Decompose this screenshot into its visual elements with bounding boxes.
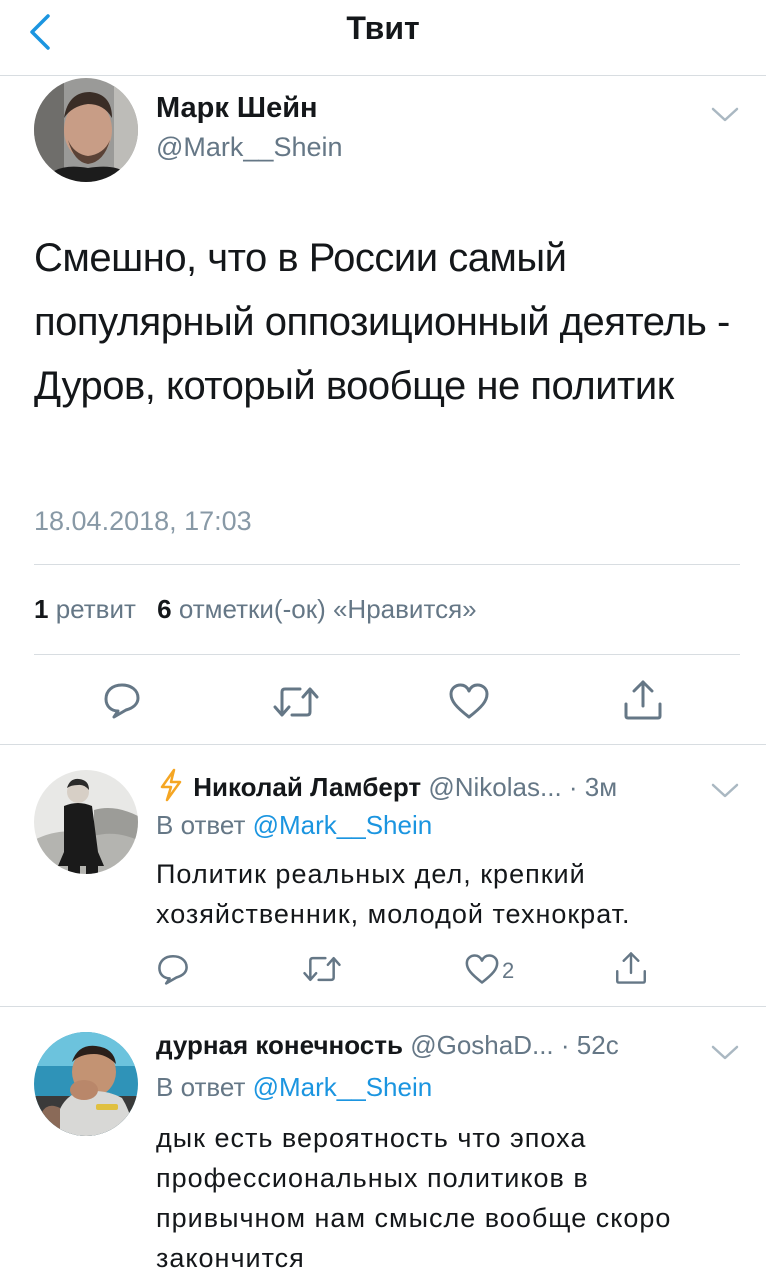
tweet-text: Смешно, что в России самый популярный оп… xyxy=(34,236,730,408)
share-button[interactable] xyxy=(622,678,664,722)
reply-icon xyxy=(104,683,140,719)
reply-button[interactable] xyxy=(156,952,190,986)
divider xyxy=(34,654,740,655)
retweet-button[interactable] xyxy=(272,684,320,720)
reply-to-mention[interactable]: @Mark__Shein xyxy=(253,810,433,840)
reply-author-handle[interactable]: @GoshaD... xyxy=(410,1030,553,1060)
reply-author-name[interactable]: дурная конечность xyxy=(156,1030,403,1060)
reply-button[interactable] xyxy=(102,680,142,720)
likes-stat[interactable]: 6 отметки(-ок) «Нравится» xyxy=(157,594,476,624)
tweet-timestamp: 18.04.2018, 17:03 xyxy=(34,506,252,536)
like-button[interactable] xyxy=(464,953,500,985)
avatar[interactable] xyxy=(34,770,138,874)
reply-header: Николай Ламберт @Nikolas... · 3м xyxy=(156,768,617,803)
reply-author-name[interactable]: Николай Ламберт xyxy=(193,772,421,802)
like-count: 6 xyxy=(157,594,172,624)
like-label: отметки(-ок) «Нравится» xyxy=(178,594,477,624)
share-button[interactable] xyxy=(614,950,648,986)
retweet-count: 1 xyxy=(34,594,49,624)
lightning-icon xyxy=(160,768,182,802)
share-icon xyxy=(624,680,662,720)
like-icon xyxy=(465,954,499,984)
avatar[interactable] xyxy=(34,78,138,182)
reply-to-prefix: В ответ xyxy=(156,1072,246,1102)
reply-like-count: 2 xyxy=(502,958,515,983)
author-handle[interactable]: @Mark__Shein xyxy=(156,132,343,163)
reply-to: В ответ @Mark__Shein xyxy=(156,1072,432,1103)
tweet-options-button[interactable] xyxy=(710,106,740,124)
chevron-down-icon xyxy=(711,1045,739,1060)
retweet-label: ретвит xyxy=(55,594,136,624)
retweet-icon xyxy=(273,687,319,717)
divider xyxy=(0,744,766,745)
reply-text: дык есть вероятность что эпоха профессио… xyxy=(156,1123,672,1273)
divider xyxy=(34,564,740,565)
divider xyxy=(0,1006,766,1007)
share-icon xyxy=(616,952,646,984)
reply-time: · 52с xyxy=(560,1030,619,1060)
reply-author-handle[interactable]: @Nikolas... xyxy=(428,772,561,802)
reply-to-mention[interactable]: @Mark__Shein xyxy=(253,1072,433,1102)
page-title: Твит xyxy=(346,10,420,46)
retweet-icon xyxy=(303,956,341,982)
reply-options-button[interactable] xyxy=(710,782,740,800)
retweet-button[interactable] xyxy=(302,954,342,984)
chevron-down-icon xyxy=(711,107,739,122)
reply-time: · 3м xyxy=(568,772,618,802)
reply-to-prefix: В ответ xyxy=(156,810,246,840)
reply-to: В ответ @Mark__Shein xyxy=(156,810,432,841)
reply-options-button[interactable] xyxy=(710,1044,740,1062)
reply-icon xyxy=(158,954,188,985)
author-name[interactable]: Марк Шейн xyxy=(156,92,318,125)
retweets-stat[interactable]: 1 ретвит xyxy=(34,594,136,624)
reply-text: Политик реальных дел, крепкий хозяйствен… xyxy=(156,859,631,929)
tweet-stats: 1 ретвит 6 отметки(-ок) «Нравится» xyxy=(34,594,477,625)
avatar[interactable] xyxy=(34,1032,138,1136)
navigation-bar: Твит xyxy=(0,0,766,76)
like-button[interactable] xyxy=(448,682,490,720)
reply-header: дурная конечность @GoshaD... · 52с xyxy=(156,1030,619,1061)
chevron-down-icon xyxy=(711,783,739,798)
like-icon xyxy=(449,683,489,719)
